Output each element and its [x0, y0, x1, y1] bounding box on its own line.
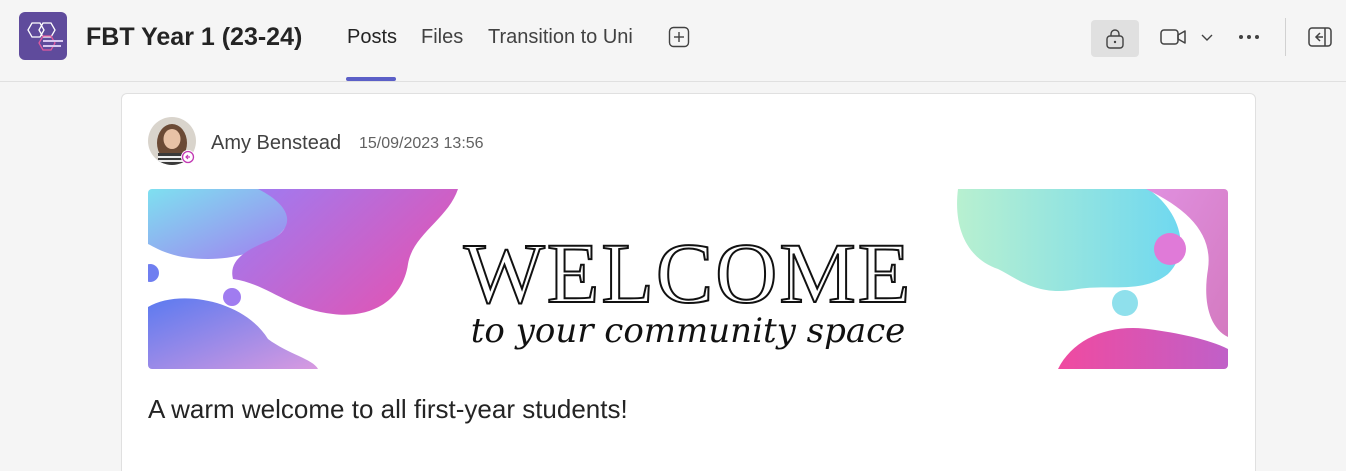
video-camera-icon [1160, 29, 1186, 45]
post-message: A warm welcome to all first-year student… [148, 394, 628, 424]
side-pane-button[interactable] [1306, 24, 1334, 50]
active-tab-indicator [346, 77, 396, 81]
team-avatar[interactable] [19, 12, 67, 60]
post-timestamp: 15/09/2023 13:56 [359, 135, 484, 152]
tab-transition-to-uni[interactable]: Transition to Uni [488, 26, 633, 49]
add-tab-button[interactable] [668, 26, 690, 48]
shopping-bag-button[interactable] [1091, 20, 1139, 57]
toolbar-divider [1285, 18, 1286, 56]
channel-header: FBT Year 1 (23-24) Posts Files Transitio… [0, 0, 1346, 82]
welcome-banner-image: WELCOME to your community space [148, 189, 1228, 369]
meet-now-button[interactable] [1158, 24, 1188, 50]
tab-files[interactable]: Files [421, 26, 463, 49]
banner-subtitle: to your community space [470, 311, 906, 351]
tab-posts[interactable]: Posts [347, 26, 397, 49]
author-photo [148, 117, 196, 165]
more-options-button[interactable] [1235, 26, 1263, 48]
chevron-down-icon [1201, 34, 1213, 41]
author-avatar[interactable] [148, 117, 196, 165]
meet-options-button[interactable] [1199, 30, 1215, 44]
team-name: FBT Year 1 (23-24) [86, 23, 303, 51]
author-name[interactable]: Amy Benstead [211, 132, 341, 155]
banner-title: WELCOME [463, 224, 913, 322]
side-pane-icon [1308, 27, 1332, 47]
more-horizontal-icon [1239, 35, 1259, 39]
add-tab-icon [668, 26, 690, 48]
hexagon-logo-icon [27, 22, 63, 51]
shopping-bag-icon [1106, 28, 1124, 49]
